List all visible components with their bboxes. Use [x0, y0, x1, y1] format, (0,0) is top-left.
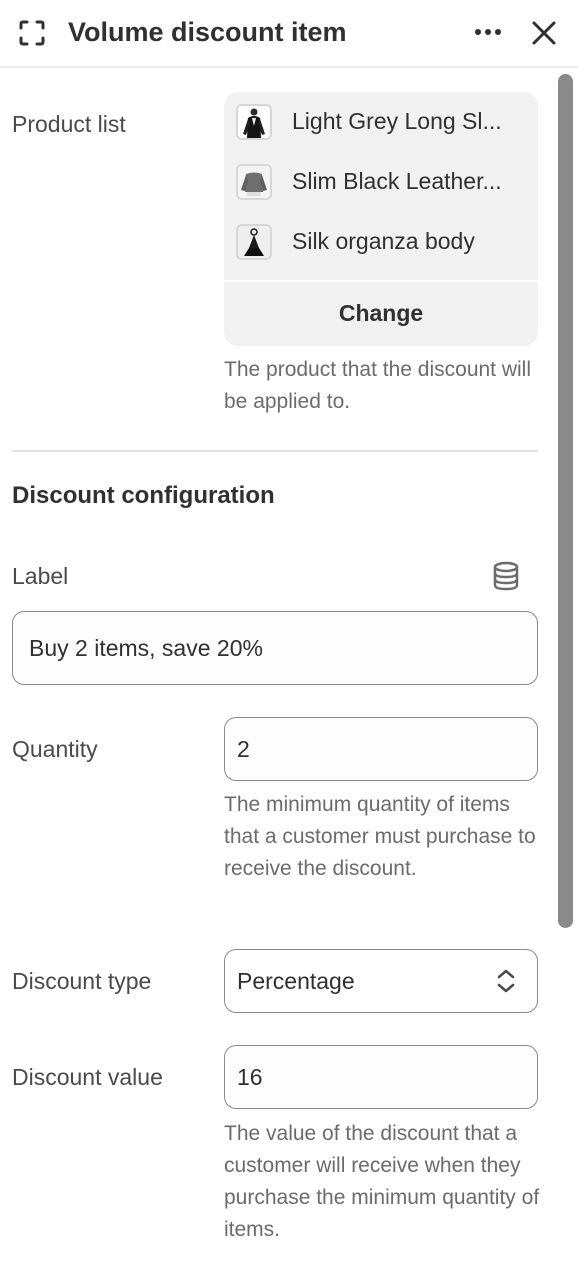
discount-configuration-title: Discount configuration [12, 482, 275, 509]
change-products-button[interactable]: Change [224, 280, 538, 346]
close-icon[interactable] [528, 17, 560, 49]
product-thumbnail [236, 224, 272, 260]
product-thumbnail-black-body [238, 226, 270, 258]
product-list-help-text: The product that the discount will be ap… [224, 358, 532, 413]
discount-type-label: Discount type [12, 968, 152, 994]
discount-type-select[interactable]: Percentage [224, 949, 538, 1013]
product-thumbnail [236, 164, 272, 200]
product-name: Silk organza body [292, 228, 475, 254]
product-list-card: Light Grey Long Sl... Slim Black Leather… [224, 92, 538, 346]
select-chevrons-icon [497, 969, 515, 993]
product-name: Light Grey Long Sl... [292, 108, 502, 134]
quantity-label: Quantity [12, 736, 98, 762]
more-horizontal-icon[interactable] [470, 18, 506, 48]
quantity-help-text: The minimum quantity of items that a cus… [224, 793, 536, 880]
product-list-label: Product list [12, 111, 126, 137]
discount-label-input[interactable] [12, 611, 538, 685]
scrollbar-thumb[interactable] [558, 74, 573, 928]
product-name: Slim Black Leather... [292, 168, 502, 194]
discount-value-label: Discount value [12, 1064, 163, 1090]
panel-header: Volume discount item [0, 0, 578, 68]
product-list-item[interactable]: Silk organza body [224, 212, 538, 272]
discount-value-help-text: The value of the discount that a custome… [224, 1122, 540, 1241]
section-divider [12, 450, 538, 452]
product-thumbnail [236, 104, 272, 140]
product-list-item[interactable]: Light Grey Long Sl... [224, 92, 538, 152]
label-field-label: Label [12, 563, 69, 589]
product-thumbnail-grey-sweater [238, 166, 270, 198]
product-thumbnail-black-jacket [238, 106, 270, 138]
discount-type-selected-value: Percentage [237, 968, 355, 994]
discount-value-input[interactable] [224, 1045, 538, 1109]
panel-title: Volume discount item [68, 17, 347, 47]
focus-frame-icon[interactable] [18, 19, 46, 47]
product-list-item[interactable]: Slim Black Leather... [224, 152, 538, 212]
quantity-input[interactable] [224, 717, 538, 781]
database-icon[interactable] [490, 560, 522, 592]
